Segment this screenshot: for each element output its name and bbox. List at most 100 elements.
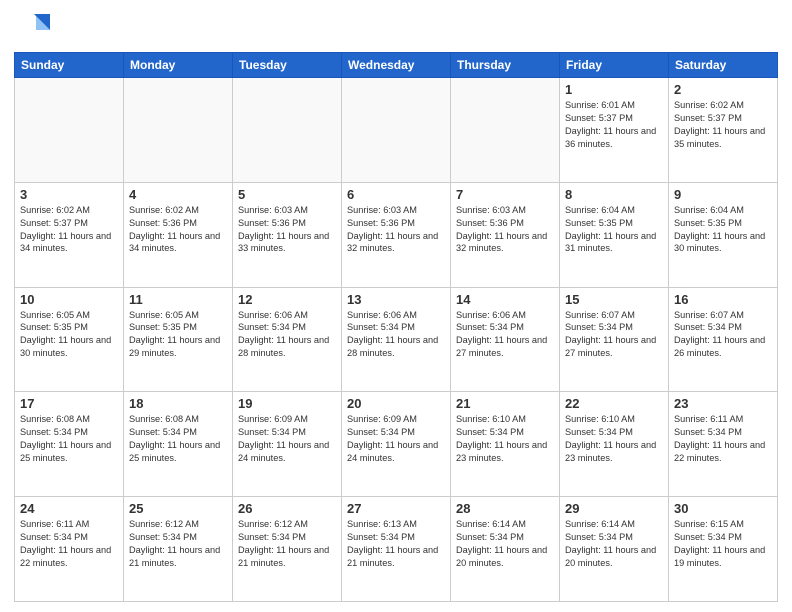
- calendar-cell: 16 Sunrise: 6:07 AM Sunset: 5:34 PM Dayli…: [669, 287, 778, 392]
- cell-day-number: 13: [347, 292, 445, 307]
- calendar-cell: 28Sunrise: 6:14 AM Sunset: 5:34 PM Dayli…: [451, 497, 560, 602]
- cell-info-text: Sunrise: 6:14 AM Sunset: 5:34 PM Dayligh…: [565, 518, 663, 570]
- cell-day-number: 6: [347, 187, 445, 202]
- calendar-cell: 5 Sunrise: 6:03 AM Sunset: 5:36 PM Daylig…: [233, 182, 342, 287]
- weekday-row: SundayMondayTuesdayWednesdayThursdayFrid…: [15, 53, 778, 78]
- cell-day-number: 29: [565, 501, 663, 516]
- cell-info-text: Sunrise: 6:02 AM Sunset: 5:37 PM Dayligh…: [20, 204, 118, 256]
- calendar-cell: 6 Sunrise: 6:03 AM Sunset: 5:36 PM Daylig…: [342, 182, 451, 287]
- calendar-week-1: 3 Sunrise: 6:02 AM Sunset: 5:37 PM Daylig…: [15, 182, 778, 287]
- calendar-cell: 29 Sunrise: 6:14 AM Sunset: 5:34 PM Dayli…: [560, 497, 669, 602]
- cell-info-text: Sunrise: 6:06 AM Sunset: 5:34 PM Dayligh…: [347, 309, 445, 361]
- cell-info-text: Sunrise: 6:11 AM Sunset: 5:34 PM Dayligh…: [20, 518, 118, 570]
- header: [14, 10, 778, 46]
- cell-info-text: Sunrise: 6:07 AM Sunset: 5:34 PM Dayligh…: [565, 309, 663, 361]
- cell-info-text: Sunrise: 6:07 AM Sunset: 5:34 PM Dayligh…: [674, 309, 772, 361]
- cell-info-text: Sunrise: 6:05 AM Sunset: 5:35 PM Dayligh…: [129, 309, 227, 361]
- cell-day-number: 7: [456, 187, 554, 202]
- cell-day-number: 25: [129, 501, 227, 516]
- weekday-header-friday: Friday: [560, 53, 669, 78]
- calendar-cell: 13 Sunrise: 6:06 AM Sunset: 5:34 PM Dayli…: [342, 287, 451, 392]
- calendar-week-3: 17Sunrise: 6:08 AM Sunset: 5:34 PM Dayli…: [15, 392, 778, 497]
- cell-day-number: 14: [456, 292, 554, 307]
- cell-info-text: Sunrise: 6:02 AM Sunset: 5:37 PM Dayligh…: [674, 99, 772, 151]
- calendar-cell: 9 Sunrise: 6:04 AM Sunset: 5:35 PM Daylig…: [669, 182, 778, 287]
- page: SundayMondayTuesdayWednesdayThursdayFrid…: [0, 0, 792, 612]
- cell-info-text: Sunrise: 6:04 AM Sunset: 5:35 PM Dayligh…: [674, 204, 772, 256]
- cell-day-number: 28: [456, 501, 554, 516]
- calendar-header: SundayMondayTuesdayWednesdayThursdayFrid…: [15, 53, 778, 78]
- cell-day-number: 11: [129, 292, 227, 307]
- cell-info-text: Sunrise: 6:12 AM Sunset: 5:34 PM Dayligh…: [238, 518, 336, 570]
- calendar-body: 1Sunrise: 6:01 AM Sunset: 5:37 PM Daylig…: [15, 78, 778, 602]
- calendar-cell: 2 Sunrise: 6:02 AM Sunset: 5:37 PM Daylig…: [669, 78, 778, 183]
- calendar-cell: [15, 78, 124, 183]
- calendar-cell: 12 Sunrise: 6:06 AM Sunset: 5:34 PM Dayli…: [233, 287, 342, 392]
- cell-day-number: 12: [238, 292, 336, 307]
- calendar-week-4: 24 Sunrise: 6:11 AM Sunset: 5:34 PM Dayli…: [15, 497, 778, 602]
- cell-info-text: Sunrise: 6:11 AM Sunset: 5:34 PM Dayligh…: [674, 413, 772, 465]
- calendar-cell: [233, 78, 342, 183]
- cell-day-number: 26: [238, 501, 336, 516]
- cell-day-number: 19: [238, 396, 336, 411]
- cell-day-number: 17: [20, 396, 118, 411]
- calendar-week-0: 1Sunrise: 6:01 AM Sunset: 5:37 PM Daylig…: [15, 78, 778, 183]
- cell-day-number: 23: [674, 396, 772, 411]
- cell-info-text: Sunrise: 6:04 AM Sunset: 5:35 PM Dayligh…: [565, 204, 663, 256]
- cell-day-number: 24: [20, 501, 118, 516]
- cell-day-number: 16: [674, 292, 772, 307]
- cell-day-number: 27: [347, 501, 445, 516]
- cell-day-number: 10: [20, 292, 118, 307]
- cell-info-text: Sunrise: 6:13 AM Sunset: 5:34 PM Dayligh…: [347, 518, 445, 570]
- calendar-cell: 10 Sunrise: 6:05 AM Sunset: 5:35 PM Dayli…: [15, 287, 124, 392]
- cell-day-number: 5: [238, 187, 336, 202]
- cell-info-text: Sunrise: 6:02 AM Sunset: 5:36 PM Dayligh…: [129, 204, 227, 256]
- cell-day-number: 9: [674, 187, 772, 202]
- logo-icon: [14, 10, 50, 46]
- cell-info-text: Sunrise: 6:05 AM Sunset: 5:35 PM Dayligh…: [20, 309, 118, 361]
- cell-info-text: Sunrise: 6:03 AM Sunset: 5:36 PM Dayligh…: [456, 204, 554, 256]
- cell-info-text: Sunrise: 6:12 AM Sunset: 5:34 PM Dayligh…: [129, 518, 227, 570]
- cell-day-number: 21: [456, 396, 554, 411]
- calendar-cell: 7 Sunrise: 6:03 AM Sunset: 5:36 PM Daylig…: [451, 182, 560, 287]
- calendar-cell: 21 Sunrise: 6:10 AM Sunset: 5:34 PM Dayli…: [451, 392, 560, 497]
- cell-info-text: Sunrise: 6:06 AM Sunset: 5:34 PM Dayligh…: [456, 309, 554, 361]
- cell-day-number: 2: [674, 82, 772, 97]
- weekday-header-saturday: Saturday: [669, 53, 778, 78]
- calendar-cell: 26 Sunrise: 6:12 AM Sunset: 5:34 PM Dayli…: [233, 497, 342, 602]
- calendar-cell: 14 Sunrise: 6:06 AM Sunset: 5:34 PM Dayli…: [451, 287, 560, 392]
- calendar-cell: 30 Sunrise: 6:15 AM Sunset: 5:34 PM Dayli…: [669, 497, 778, 602]
- calendar-cell: 27 Sunrise: 6:13 AM Sunset: 5:34 PM Dayli…: [342, 497, 451, 602]
- calendar-cell: 11 Sunrise: 6:05 AM Sunset: 5:35 PM Dayli…: [124, 287, 233, 392]
- logo: [14, 10, 54, 46]
- cell-info-text: Sunrise: 6:03 AM Sunset: 5:36 PM Dayligh…: [347, 204, 445, 256]
- calendar-cell: [342, 78, 451, 183]
- calendar-week-2: 10 Sunrise: 6:05 AM Sunset: 5:35 PM Dayli…: [15, 287, 778, 392]
- weekday-header-monday: Monday: [124, 53, 233, 78]
- cell-info-text: Sunrise: 6:06 AM Sunset: 5:34 PM Dayligh…: [238, 309, 336, 361]
- calendar-table: SundayMondayTuesdayWednesdayThursdayFrid…: [14, 52, 778, 602]
- cell-info-text: Sunrise: 6:01 AM Sunset: 5:37 PM Dayligh…: [565, 99, 663, 151]
- cell-day-number: 30: [674, 501, 772, 516]
- calendar-cell: 1Sunrise: 6:01 AM Sunset: 5:37 PM Daylig…: [560, 78, 669, 183]
- calendar-cell: 22Sunrise: 6:10 AM Sunset: 5:34 PM Dayli…: [560, 392, 669, 497]
- cell-day-number: 15: [565, 292, 663, 307]
- cell-day-number: 8: [565, 187, 663, 202]
- cell-info-text: Sunrise: 6:15 AM Sunset: 5:34 PM Dayligh…: [674, 518, 772, 570]
- calendar-cell: 19Sunrise: 6:09 AM Sunset: 5:34 PM Dayli…: [233, 392, 342, 497]
- calendar-cell: 24 Sunrise: 6:11 AM Sunset: 5:34 PM Dayli…: [15, 497, 124, 602]
- cell-day-number: 22: [565, 396, 663, 411]
- cell-day-number: 20: [347, 396, 445, 411]
- calendar-cell: 20Sunrise: 6:09 AM Sunset: 5:34 PM Dayli…: [342, 392, 451, 497]
- calendar-cell: 18Sunrise: 6:08 AM Sunset: 5:34 PM Dayli…: [124, 392, 233, 497]
- cell-info-text: Sunrise: 6:03 AM Sunset: 5:36 PM Dayligh…: [238, 204, 336, 256]
- calendar-cell: 15 Sunrise: 6:07 AM Sunset: 5:34 PM Dayli…: [560, 287, 669, 392]
- cell-day-number: 3: [20, 187, 118, 202]
- calendar-cell: [451, 78, 560, 183]
- cell-info-text: Sunrise: 6:10 AM Sunset: 5:34 PM Dayligh…: [456, 413, 554, 465]
- weekday-header-tuesday: Tuesday: [233, 53, 342, 78]
- calendar-cell: 23 Sunrise: 6:11 AM Sunset: 5:34 PM Dayli…: [669, 392, 778, 497]
- calendar-cell: 17Sunrise: 6:08 AM Sunset: 5:34 PM Dayli…: [15, 392, 124, 497]
- calendar-cell: 3 Sunrise: 6:02 AM Sunset: 5:37 PM Daylig…: [15, 182, 124, 287]
- cell-day-number: 18: [129, 396, 227, 411]
